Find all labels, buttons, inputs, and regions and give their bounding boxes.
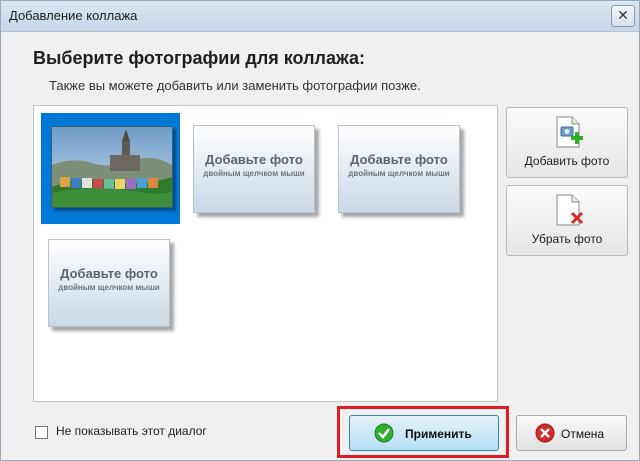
placeholder-title: Добавьте фото — [60, 266, 158, 281]
photo-placeholder[interactable]: Добавьте фото двойным щелчком мыши — [338, 125, 460, 213]
photo-tile-selected[interactable] — [41, 113, 180, 224]
add-photo-icon — [556, 116, 583, 148]
photo-thumbnail — [51, 126, 173, 208]
title-bar: Добавление коллажа ✕ — [1, 1, 639, 32]
check-icon — [374, 423, 394, 443]
placeholder-subtitle: двойным щелчком мыши — [203, 169, 305, 178]
photo-placeholder[interactable]: Добавьте фото двойным щелчком мыши — [48, 239, 170, 327]
photo-placeholder[interactable]: Добавьте фото двойным щелчком мыши — [193, 125, 315, 213]
cancel-icon — [535, 423, 555, 443]
close-icon: ✕ — [617, 7, 629, 23]
remove-photo-icon — [556, 194, 584, 226]
dialog-subheading: Также вы можете добавить или заменить фо… — [49, 78, 421, 93]
placeholder-title: Добавьте фото — [350, 152, 448, 167]
add-photo-label: Добавить фото — [524, 154, 610, 168]
cancel-label: Отмена — [561, 427, 605, 441]
apply-button[interactable]: Применить — [349, 415, 499, 451]
placeholder-subtitle: двойным щелчком мыши — [58, 283, 160, 292]
placeholder-subtitle: двойным щелчком мыши — [348, 169, 450, 178]
placeholder-title: Добавьте фото — [205, 152, 303, 167]
checkbox-label: Не показывать этот диалог — [56, 424, 207, 438]
dialog-heading: Выберите фотографии для коллажа: — [33, 48, 365, 68]
add-photo-button[interactable]: Добавить фото — [506, 107, 628, 178]
collage-dialog: Добавление коллажа ✕ Выберите фотографии… — [0, 0, 640, 461]
close-button[interactable]: ✕ — [611, 5, 635, 27]
remove-photo-label: Убрать фото — [531, 232, 603, 246]
window-title: Добавление коллажа — [9, 8, 138, 23]
photo-grid[interactable]: Добавьте фото двойным щелчком мыши Добав… — [33, 105, 498, 402]
checkbox-box[interactable] — [35, 426, 48, 439]
apply-label: Применить — [405, 427, 472, 441]
remove-photo-button[interactable]: Убрать фото — [506, 185, 628, 256]
cancel-button[interactable]: Отмена — [516, 415, 627, 451]
